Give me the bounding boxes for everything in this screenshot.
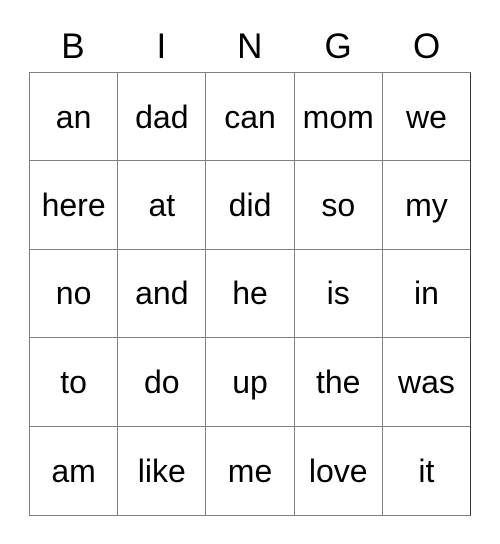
bingo-cell-n1[interactable]: can: [206, 73, 295, 162]
bingo-header-letter-o: O: [412, 26, 441, 66]
bingo-cell-b4[interactable]: to: [30, 338, 119, 427]
bingo-grid-row: to do up the was: [30, 338, 471, 427]
bingo-cell-o5[interactable]: it: [382, 426, 471, 515]
bingo-cell-b1[interactable]: an: [30, 73, 119, 162]
bingo-cell-i3[interactable]: and: [118, 249, 207, 339]
bingo-grid-row: an dad can mom we: [30, 73, 471, 162]
bingo-cell-g5[interactable]: love: [294, 426, 383, 515]
bingo-cell-n3[interactable]: he: [206, 249, 295, 339]
bingo-cell-o4[interactable]: was: [382, 338, 471, 427]
bingo-cell-i1[interactable]: dad: [118, 73, 207, 162]
bingo-header-letter-i: I: [156, 26, 167, 66]
bingo-cell-g3[interactable]: is: [294, 249, 383, 339]
bingo-cell-o2[interactable]: my: [382, 161, 471, 250]
bingo-cell-g1[interactable]: mom: [294, 73, 383, 162]
bingo-header-letter-g: G: [324, 26, 353, 66]
bingo-cell-g2[interactable]: so: [294, 161, 383, 250]
bingo-header-letter-b: B: [61, 26, 86, 66]
bingo-grid-row: no and he is in: [30, 249, 471, 339]
bingo-card: B I N G O an dad can mom we here at did …: [29, 20, 471, 516]
bingo-cell-i5[interactable]: like: [118, 426, 207, 515]
bingo-cell-n2[interactable]: did: [206, 161, 295, 250]
bingo-header-row: B I N G O: [29, 20, 471, 72]
bingo-grid-row: am like me love it: [30, 426, 471, 515]
bingo-cell-i4[interactable]: do: [118, 338, 207, 427]
bingo-cell-b5[interactable]: am: [30, 426, 119, 515]
bingo-cell-b2[interactable]: here: [30, 161, 119, 250]
bingo-cell-n4[interactable]: up: [206, 338, 295, 427]
bingo-cell-o3[interactable]: in: [382, 249, 471, 339]
bingo-grid-row: here at did so my: [30, 161, 471, 250]
bingo-cell-o1[interactable]: we: [382, 73, 471, 162]
bingo-cell-g4[interactable]: the: [294, 338, 383, 427]
bingo-cell-n5[interactable]: me: [206, 426, 295, 515]
bingo-grid: an dad can mom we here at did so my no a…: [29, 72, 471, 516]
bingo-cell-i2[interactable]: at: [118, 161, 207, 250]
bingo-cell-b3[interactable]: no: [30, 249, 119, 339]
bingo-header-letter-n: N: [237, 26, 263, 66]
